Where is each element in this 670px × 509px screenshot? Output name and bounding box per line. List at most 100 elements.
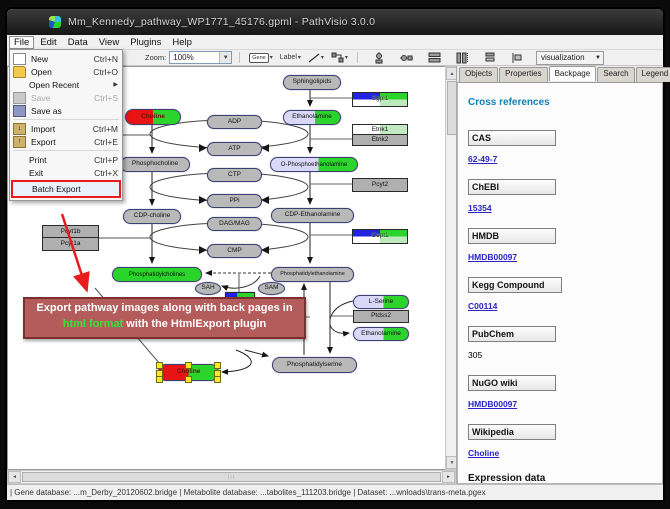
- selection-handle[interactable]: [214, 376, 221, 383]
- export-icon: ↑: [13, 136, 26, 148]
- canvas-horizontal-scrollbar[interactable]: ◄ ∶∶∶ ►: [7, 470, 456, 484]
- node-ethanolamine[interactable]: Ethanolamine: [283, 110, 341, 125]
- section-header-wikipedia: Wikipedia: [468, 424, 556, 440]
- link-cas[interactable]: 62-49-7: [468, 154, 662, 164]
- node-pcyt1a[interactable]: Pcyt1a: [42, 237, 99, 251]
- align-center-horizontal-button[interactable]: [398, 52, 415, 64]
- selection-handle[interactable]: [214, 370, 221, 377]
- match-height-icon: [456, 52, 469, 64]
- add-label-button[interactable]: Label ▾: [278, 52, 303, 64]
- chevron-down-icon[interactable]: ▾: [345, 54, 348, 61]
- stack-vertical-button[interactable]: [482, 52, 498, 64]
- menu-item-export[interactable]: ↑ Export Ctrl+E: [10, 135, 122, 148]
- menu-item-print[interactable]: Print Ctrl+P: [10, 153, 122, 166]
- match-height-button[interactable]: [454, 52, 471, 64]
- scroll-left-icon[interactable]: ◄: [8, 471, 21, 483]
- tab-objects[interactable]: Objects: [459, 67, 498, 82]
- chevron-down-icon[interactable]: ▾: [270, 54, 273, 61]
- menu-item-save-as[interactable]: Save as: [10, 104, 122, 117]
- link-chebi[interactable]: 15354: [468, 203, 662, 213]
- chevron-down-icon[interactable]: ▾: [298, 54, 301, 61]
- node-cdp-choline[interactable]: CDP-choline: [123, 209, 181, 224]
- title-bar[interactable]: Mm_Kennedy_pathway_WP1771_45176.gpml - P…: [7, 9, 663, 35]
- menu-item-exit[interactable]: Exit Ctrl+X: [10, 166, 122, 179]
- menu-data[interactable]: Data: [63, 36, 93, 49]
- tab-search[interactable]: Search: [597, 67, 634, 82]
- selection-handle[interactable]: [185, 376, 192, 383]
- node-pcyt2[interactable]: Pcyt2: [352, 178, 408, 192]
- menu-item-open[interactable]: Open Ctrl+O: [10, 65, 122, 78]
- node-phosphatidylserine[interactable]: Phosphatidylserine: [272, 357, 357, 373]
- selection-handle[interactable]: [156, 362, 163, 369]
- node-adp[interactable]: ADP: [207, 115, 262, 129]
- menu-item-open-recent[interactable]: Open Recent ▶: [10, 78, 122, 91]
- tab-properties[interactable]: Properties: [499, 67, 547, 82]
- stack-horizontal-icon: [511, 52, 523, 64]
- node-ethanolamine-bottom[interactable]: Ethanolamine: [353, 327, 409, 341]
- node-sam[interactable]: SAM: [258, 282, 285, 295]
- node-sgpl1[interactable]: Sgpl1: [352, 92, 408, 107]
- visualization-combobox[interactable]: visualization ▼: [536, 51, 604, 65]
- link-wikipedia[interactable]: Choline: [468, 448, 662, 458]
- horizontal-scroll-thumb[interactable]: ∶∶∶: [22, 472, 441, 482]
- link-nugo[interactable]: HMDB00097: [468, 399, 662, 409]
- node-etnk2[interactable]: Etnk2: [352, 134, 408, 146]
- menu-help[interactable]: Help: [167, 36, 197, 49]
- menu-file[interactable]: File: [9, 36, 34, 49]
- menu-item-import[interactable]: ↓ Import Ctrl+M: [10, 122, 122, 135]
- connector-icon: [331, 52, 344, 63]
- node-ctp[interactable]: CTP: [207, 168, 262, 182]
- selection-handle[interactable]: [214, 362, 221, 369]
- node-ptdss2[interactable]: Ptdss2: [353, 310, 409, 323]
- menu-edit[interactable]: Edit: [35, 36, 61, 49]
- menu-item-save[interactable]: Save Ctrl+S: [10, 91, 122, 104]
- spacer: [13, 168, 24, 178]
- node-choline-selected-label: Choline: [177, 369, 201, 376]
- link-hmdb[interactable]: HMDB00097: [468, 252, 662, 262]
- menu-bar: File Edit Data View Plugins Help: [7, 35, 663, 50]
- selection-handle[interactable]: [156, 370, 163, 377]
- connector-tool-button[interactable]: ▾: [329, 52, 350, 64]
- node-cdp-ethanolamine[interactable]: CDP-Ethanolamine: [271, 208, 354, 223]
- new-file-icon: [13, 53, 26, 65]
- node-sah[interactable]: SAH: [195, 282, 221, 295]
- node-phosphatidylcholines[interactable]: Phosphatidylcholines: [112, 267, 202, 282]
- chevron-down-icon[interactable]: ▾: [321, 54, 324, 61]
- zoom-dropdown-icon[interactable]: ▼: [219, 52, 231, 63]
- selection-handle[interactable]: [185, 362, 192, 369]
- menu-item-batch-export[interactable]: Batch Export: [11, 180, 121, 198]
- node-choline-selected[interactable]: Choline: [158, 364, 219, 381]
- menu-item-new[interactable]: New Ctrl+N: [10, 52, 122, 65]
- node-choline[interactable]: Choline: [125, 109, 181, 125]
- tab-legend[interactable]: Legend: [636, 67, 670, 82]
- node-phosphatidylethanolamine[interactable]: Phosphatidylethanolamine: [271, 267, 354, 282]
- menu-item-label: Batch Export: [32, 184, 115, 194]
- node-cmp[interactable]: CMP: [207, 244, 262, 258]
- node-ppi[interactable]: PPi: [207, 194, 262, 208]
- node-l-serine[interactable]: L-Serine: [353, 295, 409, 309]
- stack-horizontal-button[interactable]: [509, 52, 525, 64]
- node-o-phosphoethanolamine[interactable]: O-Phosphoethanolamine: [270, 157, 358, 172]
- section-header-chebi: ChEBI: [468, 179, 556, 195]
- line-icon: [308, 53, 320, 63]
- menu-plugins[interactable]: Plugins: [125, 36, 166, 49]
- node-dag-mag[interactable]: DAG/MAG: [207, 217, 262, 231]
- match-width-button[interactable]: [426, 52, 443, 64]
- selection-handle[interactable]: [156, 376, 163, 383]
- submenu-arrow-icon: ▶: [113, 81, 118, 88]
- visualization-dropdown-icon[interactable]: ▼: [593, 55, 603, 61]
- tab-backpage[interactable]: Backpage: [549, 66, 597, 81]
- draw-line-button[interactable]: ▾: [306, 52, 326, 64]
- node-sphingolipids[interactable]: Sphingolipids: [283, 75, 341, 90]
- zoom-combobox[interactable]: 100% ▼: [169, 51, 232, 64]
- align-center-vertical-button[interactable]: [371, 52, 387, 64]
- node-cept1[interactable]: Cept1: [352, 229, 408, 244]
- node-atp[interactable]: ATP: [207, 142, 262, 156]
- scroll-right-icon[interactable]: ►: [442, 471, 455, 483]
- match-width-icon: [428, 52, 441, 63]
- menu-separator: [13, 150, 119, 151]
- node-phosphocholine[interactable]: Phosphocholine: [120, 157, 190, 172]
- add-gene-button[interactable]: Gene ▾: [247, 52, 274, 64]
- menu-view[interactable]: View: [94, 36, 124, 49]
- link-kegg[interactable]: C00114: [468, 301, 662, 311]
